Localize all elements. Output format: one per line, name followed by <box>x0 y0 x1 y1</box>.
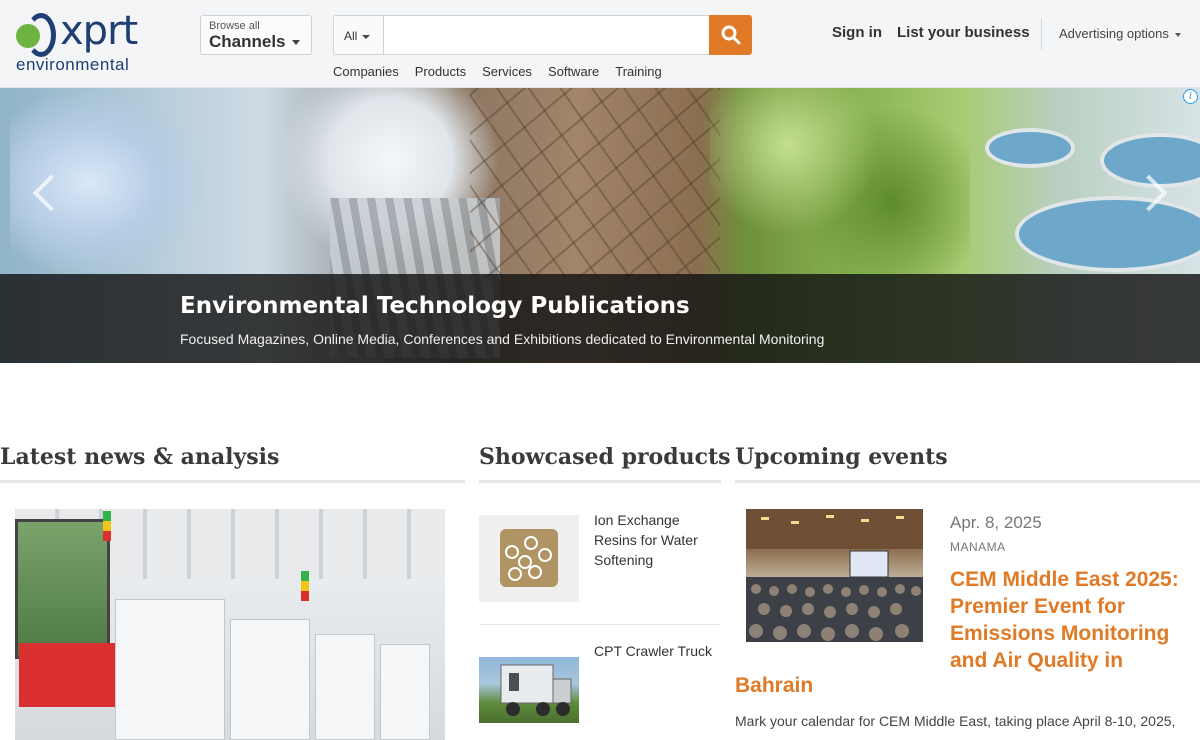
event-title[interactable]: CEM Middle East 2025: Premier Event for … <box>950 566 1200 674</box>
chevron-down-icon <box>291 40 300 46</box>
news-image[interactable] <box>15 509 445 740</box>
category-link-products[interactable]: Products <box>415 64 466 79</box>
news-image-machine <box>230 619 310 740</box>
news-image-machine <box>315 634 375 740</box>
news-section-rule <box>0 480 465 483</box>
product-thumbnail-truck[interactable] <box>479 657 579 723</box>
truck-icon <box>500 664 572 716</box>
hero-banner[interactable]: i Environmental Technology Publications … <box>0 88 1200 363</box>
advertising-options-label: Advertising options <box>1059 26 1169 41</box>
news-section-title[interactable]: Latest news & analysis <box>0 444 279 470</box>
category-link-training[interactable]: Training <box>615 64 661 79</box>
news-image-red-sign <box>19 643 115 707</box>
logo-sub: environmental <box>16 55 130 74</box>
news-image-machine <box>115 599 225 740</box>
news-image-window <box>15 519 110 659</box>
search-bar: All <box>333 15 752 55</box>
news-image-lamp <box>103 511 111 541</box>
events-section-title[interactable]: Upcoming events <box>735 444 948 470</box>
hero-tank-shape <box>985 128 1075 168</box>
hero-trees-shape <box>710 88 970 278</box>
browse-big-label: Channels <box>209 32 286 51</box>
events-section-rule <box>735 480 1200 483</box>
product-thumbnail-resins[interactable] <box>479 515 579 602</box>
search-category-select[interactable]: All <box>333 15 383 55</box>
chevron-down-icon <box>1174 32 1181 37</box>
logo-arc <box>26 13 56 57</box>
category-links: Companies Products Services Software Trainin… <box>333 64 678 79</box>
advertising-options-menu[interactable]: Advertising options <box>1059 26 1181 41</box>
sign-in-link[interactable]: Sign in <box>832 24 882 41</box>
browse-small-label: Browse all <box>209 20 260 32</box>
products-section-rule <box>479 480 721 483</box>
resin-beads-icon <box>500 529 558 587</box>
chevron-down-icon <box>362 34 371 39</box>
conference-hall-shape <box>746 509 923 642</box>
hero-subtitle: Focused Magazines, Online Media, Confere… <box>180 331 825 347</box>
product-name-truck[interactable]: CPT Crawler Truck <box>594 641 719 661</box>
product-name-resins[interactable]: Ion Exchange Resins for Water Softening <box>594 510 719 570</box>
browse-channels-button[interactable]: Browse all Channels <box>200 15 312 55</box>
products-section-title[interactable]: Showcased products <box>479 444 731 470</box>
search-category-label: All <box>344 29 358 43</box>
news-image-lamp <box>301 571 309 601</box>
event-image[interactable] <box>746 509 923 642</box>
hero-cracked-earth-shape <box>470 88 720 278</box>
ad-info-icon[interactable]: i <box>1183 89 1198 104</box>
list-business-link[interactable]: List your business <box>897 24 1030 41</box>
event-date: Apr. 8, 2025 <box>950 513 1042 532</box>
search-input[interactable] <box>383 15 710 55</box>
hero-glove-shape <box>10 88 210 278</box>
category-link-services[interactable]: Services <box>482 64 532 79</box>
logo-word: xprt <box>60 8 138 54</box>
search-button[interactable] <box>709 15 752 55</box>
header-divider <box>1041 18 1042 50</box>
site-header: xprt environmental Browse all Channels A… <box>0 0 1200 88</box>
category-link-companies[interactable]: Companies <box>333 64 399 79</box>
event-title-continued[interactable]: Bahrain <box>735 672 813 699</box>
category-link-software[interactable]: Software <box>548 64 599 79</box>
event-city: MANAMA <box>950 540 1006 554</box>
products-divider <box>479 624 721 625</box>
hero-title[interactable]: Environmental Technology Publications <box>180 293 690 319</box>
event-description: Mark your calendar for CEM Middle East, … <box>735 713 1176 729</box>
news-image-machine <box>380 644 430 740</box>
xprt-logo[interactable]: xprt environmental <box>14 8 144 76</box>
search-icon <box>721 25 741 45</box>
hero-tank-shape <box>1015 196 1200 272</box>
